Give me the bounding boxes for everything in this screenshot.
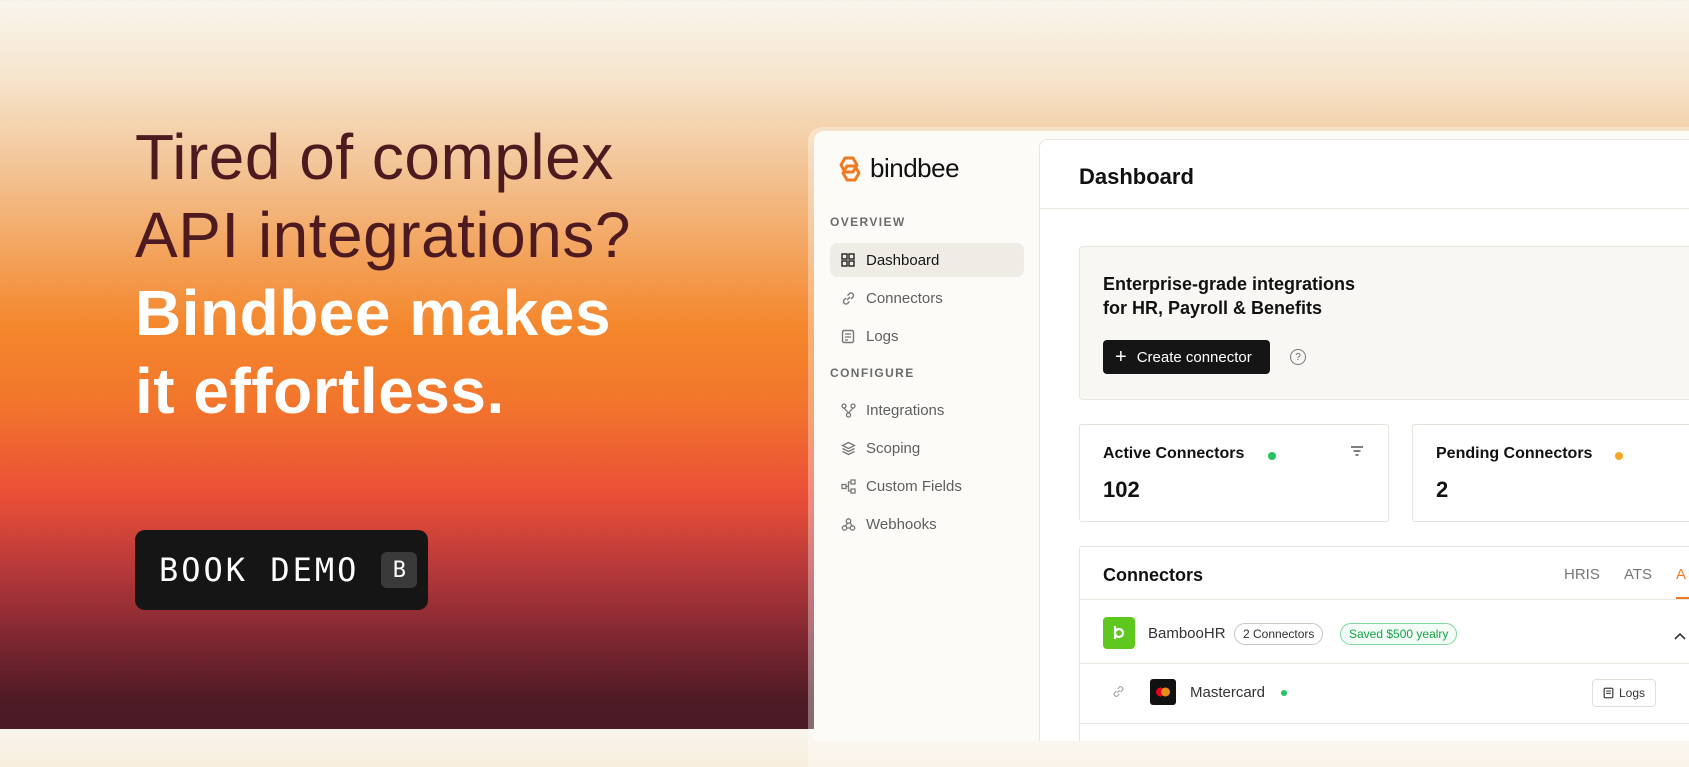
tab-ats[interactable]: ATS — [1624, 566, 1652, 583]
plus-icon: + — [1115, 346, 1127, 368]
stat-value: 2 — [1436, 477, 1449, 502]
connector-name-mastercard[interactable]: Mastercard — [1190, 684, 1265, 701]
app-window: bindbee OVERVIEW Dashboard Connectors Lo… — [814, 131, 1689, 741]
hero-headline: Tired of complex API integrations? Bindb… — [135, 118, 775, 430]
sidebar-item-label: Logs — [866, 327, 899, 345]
headline-line-1: Tired of complex — [135, 121, 614, 193]
branch-icon — [840, 402, 856, 418]
webhook-icon — [840, 516, 856, 532]
divider — [1080, 663, 1689, 664]
page-title: Dashboard — [1079, 164, 1194, 189]
link-icon — [840, 290, 856, 306]
stat-card-active-connectors: Active Connectors 102 — [1079, 424, 1389, 522]
sidebar-item-custom-fields[interactable]: Custom Fields — [830, 469, 1024, 503]
logs-button[interactable]: Logs — [1592, 679, 1656, 707]
logs-button-label: Logs — [1618, 686, 1646, 700]
banner-heading-line-1: Enterprise-grade integrations — [1103, 274, 1356, 294]
sidebar-item-dashboard[interactable]: Dashboard — [830, 243, 1024, 277]
sidebar-item-label: Integrations — [866, 401, 945, 419]
sidebar-item-label: Connectors — [866, 289, 943, 307]
link-icon — [1112, 685, 1125, 703]
grid-icon — [840, 252, 856, 268]
sidebar-item-scoping[interactable]: Scoping — [830, 431, 1024, 465]
tab-hris[interactable]: HRIS — [1564, 566, 1600, 583]
brand-name: bindbee — [870, 153, 960, 183]
sidebar: bindbee OVERVIEW Dashboard Connectors Lo… — [814, 131, 1038, 741]
mastercard-logo-icon — [1150, 679, 1176, 705]
stat-card-pending-connectors: Pending Connectors 2 — [1412, 424, 1689, 522]
create-connector-button[interactable]: + Create connector — [1103, 340, 1270, 374]
sidebar-item-label: Dashboard — [866, 251, 940, 269]
sidebar-item-label: Webhooks — [866, 515, 937, 533]
connectors-panel: Connectors HRIS ATS A BambooHR 2 Connect… — [1079, 546, 1689, 741]
integration-banner: Enterprise-grade integrations for HR, Pa… — [1079, 246, 1689, 400]
divider — [1080, 723, 1689, 724]
sidebar-item-label: Custom Fields — [866, 477, 962, 495]
keyboard-shortcut-badge: B — [381, 552, 418, 588]
book-demo-button[interactable]: BOOK DEMO B — [135, 530, 428, 610]
help-icon[interactable]: ? — [1290, 349, 1306, 365]
sidebar-item-connectors[interactable]: Connectors — [830, 281, 1024, 315]
banner-heading: Enterprise-grade integrations for HR, Pa… — [1103, 272, 1403, 320]
stat-label: Active Connectors — [1103, 445, 1245, 462]
headline-line-3: Bindbee makes — [135, 277, 612, 349]
filter-icon[interactable] — [1350, 443, 1364, 461]
main-content: Dashboard Enterprise-grade integrations … — [1039, 139, 1689, 741]
status-dot-orange — [1615, 452, 1623, 460]
page-header: Dashboard — [1040, 140, 1689, 209]
connectors-count-badge: 2 Connectors — [1234, 623, 1324, 645]
status-dot-green — [1268, 452, 1276, 460]
sidebar-item-label: Scoping — [866, 439, 921, 457]
layers-icon — [840, 440, 856, 456]
banner-heading-line-2: for HR, Payroll & Benefits — [1103, 298, 1323, 318]
headline-line-4: it effortless. — [135, 355, 505, 427]
bindbee-logo-icon — [839, 156, 861, 181]
stat-label: Pending Connectors — [1436, 445, 1593, 462]
chevron-up-icon[interactable] — [1674, 627, 1686, 645]
sidebar-item-logs[interactable]: Logs — [830, 319, 1024, 353]
sidebar-item-webhooks[interactable]: Webhooks — [830, 507, 1024, 541]
hierarchy-icon — [840, 478, 856, 494]
divider — [1080, 599, 1689, 600]
create-connector-label: Create connector — [1136, 348, 1252, 366]
book-demo-label: BOOK DEMO — [159, 551, 360, 589]
connector-name-bamboohr[interactable]: BambooHR — [1148, 625, 1226, 642]
bamboohr-logo-icon — [1103, 617, 1135, 649]
headline-line-2: API integrations? — [135, 199, 631, 271]
brand-logo[interactable]: bindbee — [836, 153, 960, 184]
document-icon — [1603, 687, 1614, 699]
savings-badge: Saved $500 yealry — [1340, 623, 1458, 645]
stat-value: 102 — [1103, 477, 1140, 502]
tab-all[interactable]: A — [1676, 566, 1686, 583]
connectors-title: Connectors — [1103, 565, 1204, 585]
status-dot-green — [1281, 690, 1287, 696]
section-label-configure: CONFIGURE — [830, 366, 915, 380]
sidebar-item-integrations[interactable]: Integrations — [830, 393, 1024, 427]
document-icon — [840, 328, 856, 344]
section-label-overview: OVERVIEW — [830, 215, 906, 229]
